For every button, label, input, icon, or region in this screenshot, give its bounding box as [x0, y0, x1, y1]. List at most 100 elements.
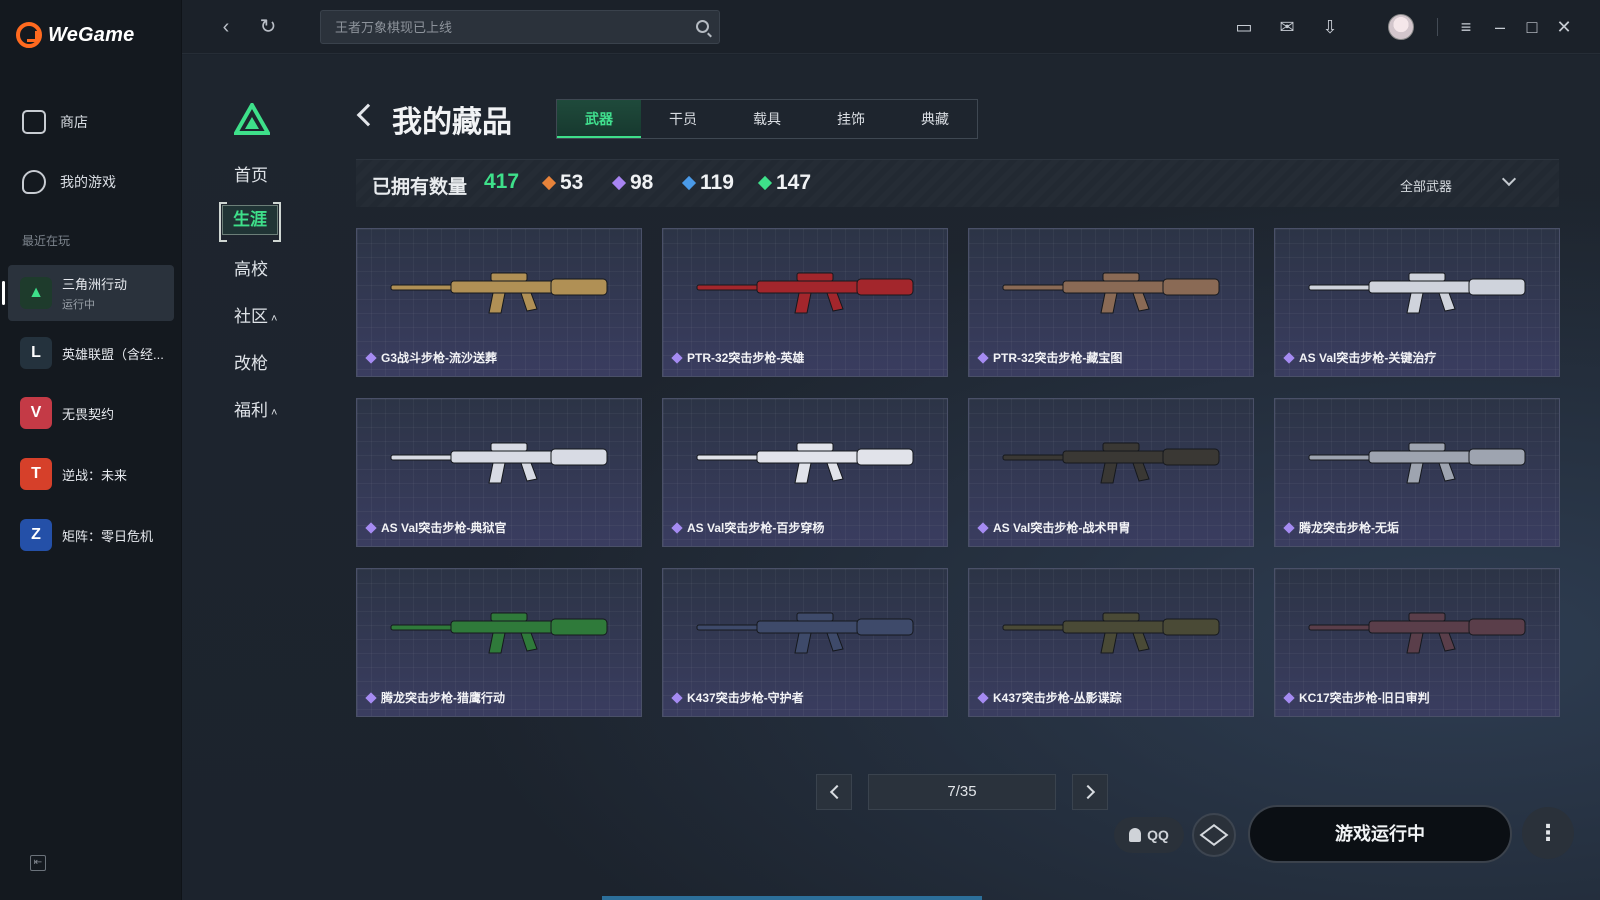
- subnav-welfare[interactable]: 福利 ˄: [234, 396, 294, 421]
- layers-icon: [1199, 824, 1229, 846]
- recent-game-1[interactable]: L 英雄联盟（含经...: [8, 325, 174, 381]
- matrix-icon: Z: [20, 519, 52, 551]
- maximize-icon[interactable]: □: [1520, 15, 1544, 39]
- valorant-icon: V: [20, 397, 52, 429]
- weapon-card[interactable]: G3战斗步枪-流沙送葬: [356, 228, 642, 377]
- recent-game-4[interactable]: Z 矩阵：零日危机: [8, 507, 174, 563]
- game-text: 逆战：未来: [62, 465, 127, 484]
- user-avatar[interactable]: [1388, 14, 1414, 40]
- rarity-value: 98: [630, 171, 654, 194]
- weapon-card[interactable]: AS Val突击步枪-关键治疗: [1274, 228, 1560, 377]
- stats-bar: 已拥有数量 417 53 98 119 147 全部武器: [356, 159, 1559, 207]
- rifle-icon: [696, 612, 914, 654]
- weapon-card[interactable]: K437突击步枪-守护者: [662, 568, 948, 717]
- prev-page-button[interactable]: [816, 774, 852, 810]
- nav-store[interactable]: 商店: [22, 110, 88, 134]
- rarity-diamond-icon: [365, 351, 377, 364]
- layers-button[interactable]: [1192, 813, 1236, 857]
- collection-tabs: 武器 干员 载具 挂饰 典藏: [556, 99, 978, 139]
- tab-2[interactable]: 载具: [725, 100, 809, 138]
- weapon-name: G3战斗步枪-流沙送葬: [381, 351, 498, 365]
- weapon-card[interactable]: 腾龙突击步枪-猎鹰行动: [356, 568, 642, 717]
- wegame-logo[interactable]: WeGame: [16, 22, 134, 48]
- game-text: 三角洲行动 运行中: [62, 274, 127, 312]
- collapse-sidebar-icon[interactable]: ⇤: [30, 855, 46, 871]
- rifle-icon: [696, 272, 914, 314]
- weapon-name: 腾龙突击步枪-猎鹰行动: [381, 691, 505, 705]
- weapon-card[interactable]: PTR-32突击步枪-英雄: [662, 228, 948, 377]
- close-icon[interactable]: ✕: [1552, 15, 1576, 39]
- more-options-button[interactable]: ⋮: [1522, 807, 1574, 859]
- subnav-career[interactable]: 生涯: [219, 202, 281, 242]
- weapon-name: 腾龙突击步枪-无垢: [1299, 521, 1399, 535]
- next-page-button[interactable]: [1072, 774, 1108, 810]
- game-name: 逆战：未来: [62, 467, 128, 483]
- bell-icon: [1129, 828, 1142, 842]
- league-of-legends-icon: L: [20, 337, 52, 369]
- subnav-gunsmith[interactable]: 改枪: [234, 349, 294, 374]
- weapon-name: AS Val突击步枪-典狱官: [381, 521, 507, 535]
- weapon-card[interactable]: AS Val突击步枪-百步穿杨: [662, 398, 948, 547]
- recent-played-label: 最近在玩: [22, 234, 71, 248]
- recent-game-0[interactable]: ▲ 三角洲行动 运行中: [2, 265, 174, 321]
- chevron-up-icon: ˄: [268, 313, 278, 325]
- wegame-logo-icon: [16, 22, 42, 48]
- page-title: 我的藏品: [392, 106, 512, 139]
- weapon-card[interactable]: AS Val突击步枪-典狱官: [356, 398, 642, 547]
- weapon-name-row: K437突击步枪-丛影谍踪: [977, 689, 1122, 706]
- subnav-campus[interactable]: 高校: [234, 255, 294, 280]
- back-arrow-icon[interactable]: [356, 103, 380, 127]
- menu-icon[interactable]: ≡: [1454, 15, 1478, 39]
- app-name: WeGame: [48, 23, 135, 46]
- gamepad-icon: [22, 170, 46, 194]
- weapon-card[interactable]: PTR-32突击步枪-藏宝图: [968, 228, 1254, 377]
- search-input[interactable]: [321, 11, 719, 43]
- game-text: 无畏契约: [62, 404, 114, 423]
- rifle-icon: [390, 442, 608, 484]
- chat-icon[interactable]: ▭: [1232, 15, 1256, 39]
- delta-force-logo-icon[interactable]: [234, 103, 270, 135]
- game-name: 矩阵：零日危机: [62, 528, 154, 544]
- chevron-down-icon[interactable]: [1501, 171, 1517, 187]
- divider: [1437, 18, 1438, 36]
- game-running-button[interactable]: 游戏运行中: [1248, 805, 1512, 863]
- weapon-card[interactable]: 腾龙突击步枪-无垢: [1274, 398, 1560, 547]
- weapon-filter-dropdown[interactable]: 全部武器: [1400, 176, 1452, 195]
- refresh-icon[interactable]: ↻: [254, 13, 282, 41]
- rarity-diamond-icon: [671, 521, 683, 534]
- search-box: [320, 10, 720, 44]
- tab-1[interactable]: 干员: [641, 100, 725, 138]
- rifle-icon: [1002, 272, 1220, 314]
- tab-0[interactable]: 武器: [557, 100, 641, 138]
- nav-my-games-label: 我的游戏: [60, 174, 116, 190]
- download-icon[interactable]: ⇩: [1318, 15, 1342, 39]
- search-icon[interactable]: [696, 20, 709, 33]
- owned-count: 417: [484, 170, 520, 193]
- weapon-name: PTR-32突击步枪-英雄: [687, 351, 805, 365]
- weapon-name: KC17突击步枪-旧日审判: [1299, 691, 1430, 705]
- rarity-diamond-icon: [1283, 691, 1295, 704]
- minimize-icon[interactable]: –: [1488, 15, 1512, 39]
- weapon-card[interactable]: KC17突击步枪-旧日审判: [1274, 568, 1560, 717]
- tab-3[interactable]: 挂饰: [809, 100, 893, 138]
- subnav-welfare-label: 福利: [234, 401, 268, 420]
- recent-game-3[interactable]: T 逆战：未来: [8, 446, 174, 502]
- weapon-name-row: AS Val突击步枪-典狱官: [365, 519, 507, 536]
- back-nav-icon[interactable]: ‹: [212, 13, 240, 41]
- weapon-card[interactable]: K437突击步枪-丛影谍踪: [968, 568, 1254, 717]
- rarity-diamond-icon: [541, 175, 557, 191]
- rarity-count-3: 147: [757, 171, 811, 195]
- rifle-icon: [390, 272, 608, 314]
- qq-button[interactable]: QQ: [1114, 817, 1184, 853]
- rarity-diamond-icon: [365, 691, 377, 704]
- weapon-card[interactable]: AS Val突击步枪-战术甲胄: [968, 398, 1254, 547]
- game-name: 无畏契约: [62, 406, 115, 422]
- nav-my-games[interactable]: 我的游戏: [22, 170, 116, 194]
- mail-icon[interactable]: ✉: [1275, 15, 1299, 39]
- subnav-home[interactable]: 首页: [234, 161, 294, 186]
- game-name: 三角洲行动: [62, 277, 128, 292]
- tab-4[interactable]: 典藏: [893, 100, 977, 138]
- subnav-community[interactable]: 社区 ˄: [234, 302, 294, 327]
- rarity-diamond-icon: [977, 521, 989, 534]
- recent-game-2[interactable]: V 无畏契约: [8, 385, 174, 441]
